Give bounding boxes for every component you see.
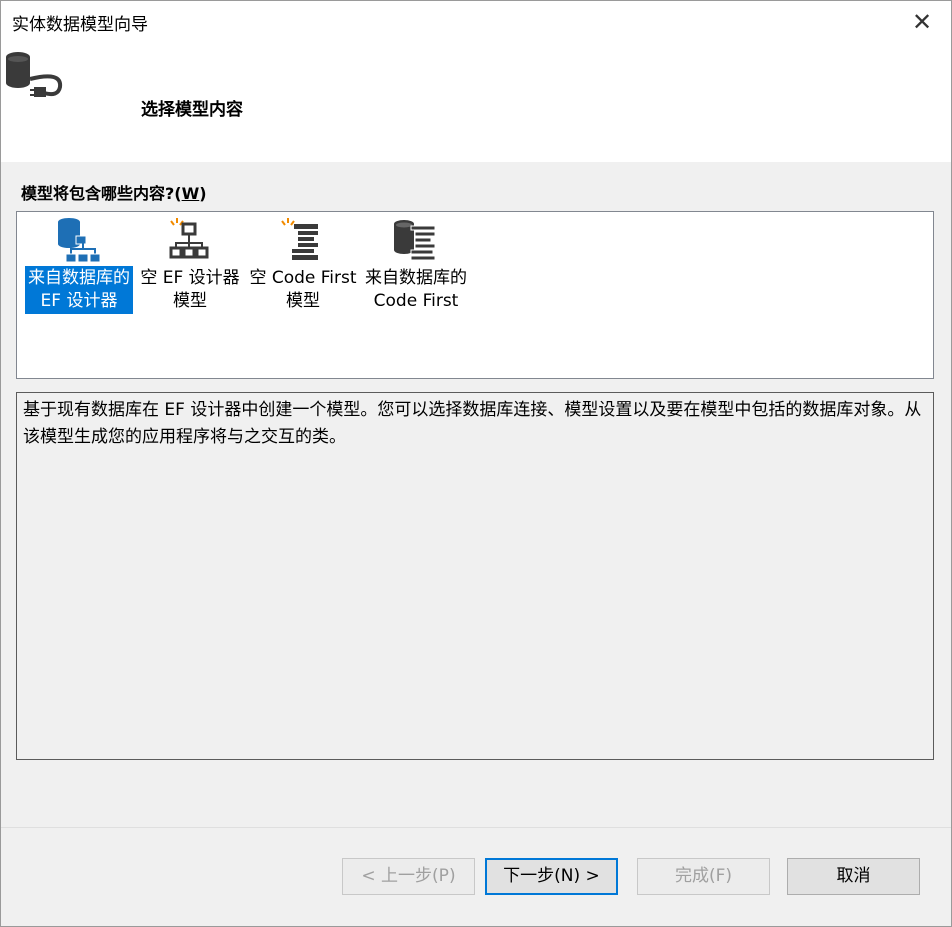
description-panel: 基于现有数据库在 EF 设计器中创建一个模型。您可以选择数据库连接、模型设置以及… [16, 392, 934, 760]
content-section-label: 模型将包含哪些内容?(W) [21, 184, 207, 203]
wizard-window: 实体数据模型向导 ✕ 选择模型内容 模型将包含哪些内容?(W) 来自数据库的 E… [0, 0, 952, 927]
back-button[interactable]: < 上一步(P) [342, 858, 475, 895]
cancel-button[interactable]: 取消 [787, 858, 920, 895]
finish-button[interactable]: 完成(F) [637, 858, 770, 895]
footer-divider [1, 827, 951, 828]
model-option-ef-designer-from-db[interactable]: 来自数据库的 EF 设计器 [19, 212, 139, 314]
option-label: 来自数据库的 EF 设计器 [25, 266, 133, 314]
database-code-first-icon [394, 220, 436, 261]
option-label: 空 Code First 模型 [249, 268, 357, 311]
database-designer-icon [58, 218, 101, 263]
database-plug-icon [6, 52, 63, 97]
description-text: 基于现有数据库在 EF 设计器中创建一个模型。您可以选择数据库连接、模型设置以及… [23, 400, 922, 447]
model-option-code-first-from-db[interactable]: 来自数据库的 Code First [356, 212, 476, 314]
model-option-empty-ef-designer[interactable]: 空 EF 设计器 模型 [130, 212, 250, 314]
next-button[interactable]: 下一步(N) > [485, 858, 618, 895]
window-title: 实体数据模型向导 [12, 15, 148, 35]
empty-code-first-icon [281, 218, 318, 260]
close-icon[interactable]: ✕ [907, 7, 937, 37]
model-option-empty-code-first[interactable]: 空 Code First 模型 [243, 212, 363, 314]
empty-designer-icon [169, 218, 209, 259]
model-content-listview[interactable]: 来自数据库的 EF 设计器 空 EF 设计器 模型 空 Code First 模… [16, 211, 934, 379]
page-heading: 选择模型内容 [141, 100, 243, 120]
wizard-header: 实体数据模型向导 ✕ 选择模型内容 [1, 1, 951, 162]
option-label: 来自数据库的 Code First [365, 268, 467, 311]
option-label: 空 EF 设计器 模型 [140, 268, 240, 311]
